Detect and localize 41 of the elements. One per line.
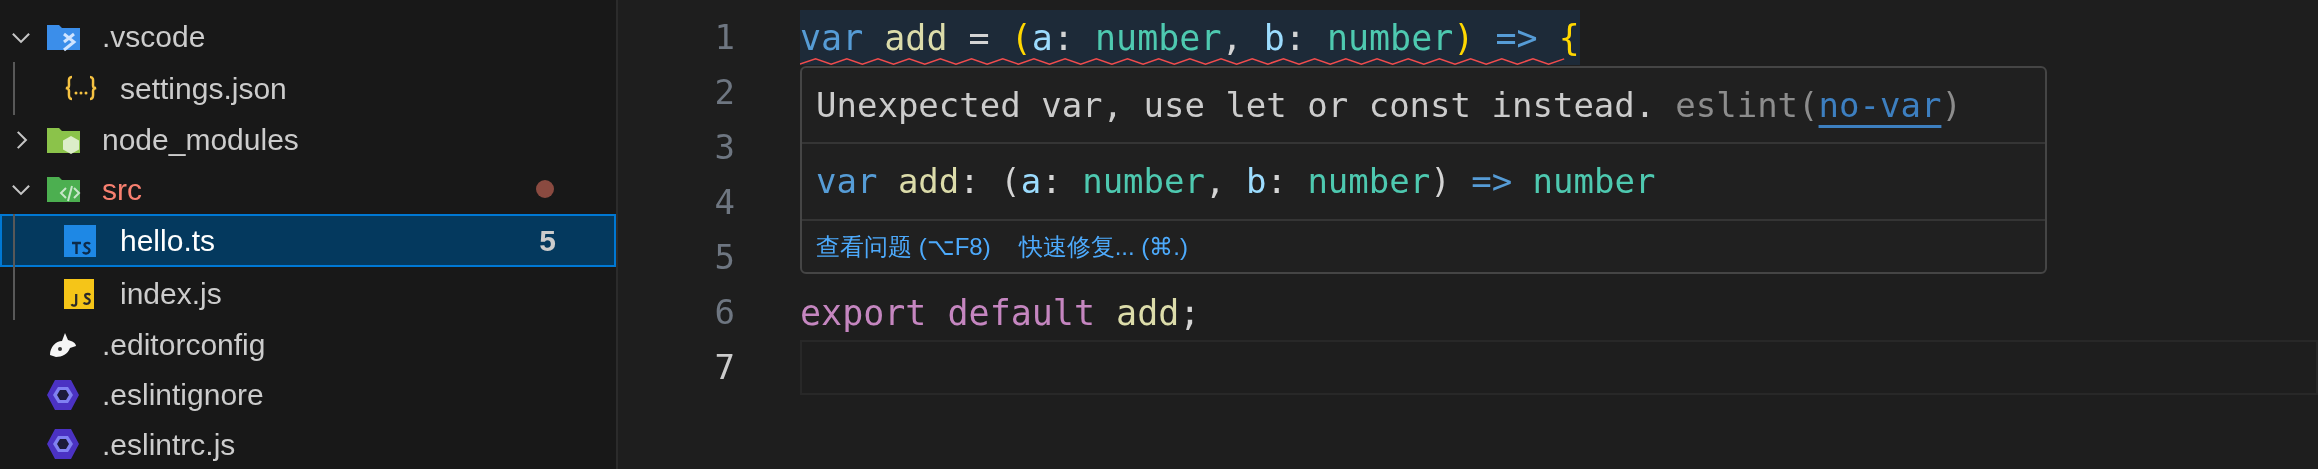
file-name: settings.json [120, 70, 287, 107]
tree-item[interactable]: .editorconfig [0, 320, 616, 370]
error-source: ) [1941, 83, 1962, 127]
line-number: 1 [713, 16, 735, 59]
tree-item[interactable]: .eslintignore [0, 369, 616, 420]
tree-item[interactable]: hello.ts 5 [0, 214, 616, 267]
type-signature: var add: (a: number, b: number) => number [816, 160, 1656, 203]
file-name: index.js [120, 276, 222, 312]
typescript-file-icon [64, 224, 96, 257]
problem-count: 5 [539, 223, 556, 259]
file-name: src [102, 171, 142, 208]
code-line: var add = (a: number, b: number) => { [800, 18, 1580, 57]
rule-link[interactable]: no-var [1818, 79, 1942, 131]
line-number: 6 [713, 291, 735, 334]
file-name: .eslintrc.js [102, 426, 236, 463]
hexagon-icon [46, 427, 80, 462]
folder-icon [46, 174, 82, 205]
line-number: 2 [713, 71, 735, 114]
tree-item[interactable]: .eslintrc.js [0, 419, 616, 469]
file-name: .editorconfig [102, 327, 266, 364]
action-link[interactable]: 快速修复... (⌘.) [1018, 228, 1188, 265]
file-name: hello.ts [120, 223, 216, 259]
tree-item[interactable]: settings.json [0, 61, 616, 115]
file-name: .eslintignore [102, 377, 264, 413]
action-link[interactable]: 查看问题 (⌥F8) [816, 228, 991, 265]
hexagon-icon [46, 377, 80, 412]
tree-item[interactable]: .vscode [0, 12, 616, 62]
javascript-file-icon [64, 278, 94, 309]
tree-item[interactable]: index.js [0, 267, 616, 320]
line-number: 3 [713, 126, 735, 169]
error-message: Unexpected var, use let or const instead. [816, 83, 1656, 127]
tree-item[interactable]: node_modules [0, 114, 616, 165]
code-line: export default add; [800, 293, 1201, 332]
file-name: node_modules [102, 122, 299, 158]
braces-icon [64, 74, 98, 103]
tree-item[interactable]: src [0, 164, 616, 214]
line-number: 7 [713, 346, 735, 389]
file-name: .vscode [102, 19, 206, 56]
line-number: 5 [713, 236, 735, 279]
error-source: eslint( [1675, 83, 1819, 127]
line-number: 4 [713, 181, 735, 224]
